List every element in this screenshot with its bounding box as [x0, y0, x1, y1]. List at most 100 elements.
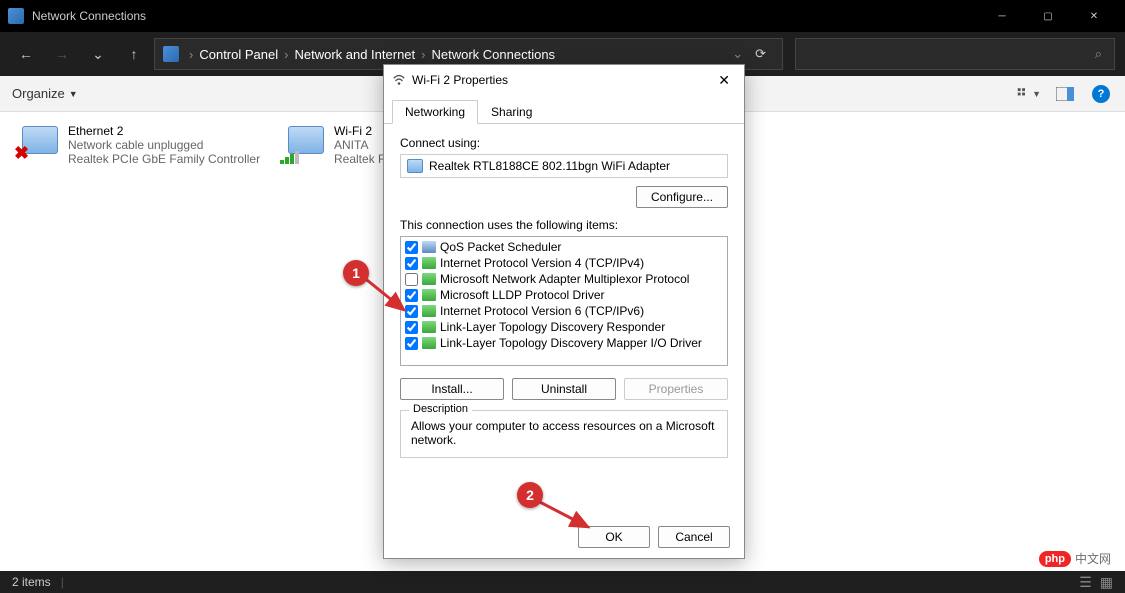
breadcrumb-leaf[interactable]: Network Connections [432, 47, 556, 62]
item-checkbox[interactable] [405, 257, 418, 270]
folder-icon [163, 46, 179, 62]
chevron-right-icon: › [284, 47, 288, 62]
list-item[interactable]: Microsoft LLDP Protocol Driver [403, 287, 725, 303]
close-button[interactable]: ✕ [1071, 0, 1117, 32]
connect-using-label: Connect using: [400, 136, 728, 150]
button-label: Uninstall [541, 382, 587, 396]
watermark-logo: php [1039, 551, 1071, 567]
window-title: Network Connections [32, 9, 146, 23]
breadcrumb-root[interactable]: Control Panel [199, 47, 278, 62]
app-icon [8, 8, 24, 24]
forward-button[interactable]: → [46, 38, 78, 70]
ok-button[interactable]: OK [578, 526, 650, 548]
chevron-down-icon: ▼ [69, 89, 78, 99]
network-adapter-icon [278, 124, 326, 164]
item-checkbox[interactable] [405, 273, 418, 286]
statusbar: 2 items | ☰ ▦ [0, 571, 1125, 593]
view-options-button[interactable]: ▼ [1017, 82, 1041, 106]
dialog-close-button[interactable]: ✕ [712, 72, 736, 89]
tab-label: Sharing [491, 105, 532, 119]
item-label: Link-Layer Topology Discovery Responder [440, 320, 665, 334]
item-checkbox[interactable] [405, 289, 418, 302]
button-label: Install... [431, 382, 472, 396]
dialog-titlebar[interactable]: Wi-Fi 2 Properties ✕ [384, 65, 744, 95]
item-label: Microsoft LLDP Protocol Driver [440, 288, 605, 302]
recent-dropdown[interactable]: ⌄ [82, 38, 114, 70]
adapter-ethernet[interactable]: ✖ Ethernet 2 Network cable unplugged Rea… [12, 124, 262, 166]
list-item[interactable]: Link-Layer Topology Discovery Mapper I/O… [403, 335, 725, 351]
protocol-icon [422, 289, 436, 301]
protocol-icon [422, 321, 436, 333]
list-item[interactable]: QoS Packet Scheduler [403, 239, 725, 255]
item-checkbox[interactable] [405, 305, 418, 318]
items-label: This connection uses the following items… [400, 218, 728, 232]
network-adapter-icon [407, 159, 423, 173]
chevron-down-icon[interactable]: ⌄ [732, 46, 743, 62]
list-item[interactable]: Internet Protocol Version 4 (TCP/IPv4) [403, 255, 725, 271]
tab-label: Networking [405, 105, 465, 119]
cancel-button[interactable]: Cancel [658, 526, 730, 548]
list-item[interactable]: Link-Layer Topology Discovery Responder [403, 319, 725, 335]
connection-items-list[interactable]: QoS Packet Scheduler Internet Protocol Ve… [400, 236, 728, 366]
description-group: Description Allows your computer to acce… [400, 410, 728, 458]
item-checkbox[interactable] [405, 241, 418, 254]
tab-networking[interactable]: Networking [392, 100, 478, 124]
watermark: php 中文网 [1039, 550, 1111, 567]
help-button[interactable]: ? [1089, 82, 1113, 106]
description-legend: Description [409, 403, 472, 415]
list-item[interactable]: Internet Protocol Version 6 (TCP/IPv6) [403, 303, 725, 319]
install-button[interactable]: Install... [400, 378, 504, 400]
uninstall-button[interactable]: Uninstall [512, 378, 616, 400]
list-item[interactable]: Microsoft Network Adapter Multiplexor Pr… [403, 271, 725, 287]
preview-pane-button[interactable] [1053, 82, 1077, 106]
signal-icon [280, 151, 299, 164]
refresh-button[interactable]: ⟳ [747, 46, 774, 62]
chevron-right-icon: › [189, 47, 193, 62]
disconnected-icon: ✖ [14, 143, 29, 164]
back-button[interactable]: ← [10, 38, 42, 70]
protocol-icon [422, 257, 436, 269]
minimize-button[interactable]: ─ [979, 0, 1025, 32]
button-label: Configure... [651, 190, 713, 204]
protocol-icon [422, 241, 436, 253]
network-adapter-icon: ✖ [12, 124, 60, 164]
item-label: Internet Protocol Version 6 (TCP/IPv6) [440, 304, 644, 318]
window-titlebar: Network Connections ─ ▢ ✕ [0, 0, 1125, 32]
dialog-footer: OK Cancel [384, 516, 744, 558]
item-label: Microsoft Network Adapter Multiplexor Pr… [440, 272, 689, 286]
search-icon: ⌕ [1095, 46, 1102, 62]
item-count: 2 items [12, 575, 51, 589]
organize-label: Organize [12, 86, 65, 101]
item-label: Internet Protocol Version 4 (TCP/IPv4) [440, 256, 644, 270]
button-label: Cancel [675, 530, 712, 544]
wifi-icon [392, 73, 406, 87]
organize-button[interactable]: Organize ▼ [12, 86, 78, 101]
adapter-name: Ethernet 2 [68, 124, 260, 138]
details-view-icon[interactable]: ☰ [1079, 574, 1092, 591]
properties-dialog: Wi-Fi 2 Properties ✕ Networking Sharing … [383, 64, 745, 559]
search-input[interactable]: ⌕ [795, 38, 1115, 70]
protocol-icon [422, 273, 436, 285]
item-label: QoS Packet Scheduler [440, 240, 561, 254]
configure-button[interactable]: Configure... [636, 186, 728, 208]
button-label: OK [605, 530, 622, 544]
item-checkbox[interactable] [405, 337, 418, 350]
adapter-device: Realtek PCIe GbE Family Controller [68, 152, 260, 166]
large-icons-view-icon[interactable]: ▦ [1100, 574, 1113, 591]
item-label: Link-Layer Topology Discovery Mapper I/O… [440, 336, 702, 350]
breadcrumb-mid[interactable]: Network and Internet [294, 47, 415, 62]
properties-button[interactable]: Properties [624, 378, 728, 400]
up-button[interactable]: ↑ [118, 38, 150, 70]
maximize-button[interactable]: ▢ [1025, 0, 1071, 32]
adapter-status: Network cable unplugged [68, 138, 260, 152]
button-label: Properties [649, 382, 704, 396]
tab-sharing[interactable]: Sharing [478, 100, 545, 124]
watermark-text: 中文网 [1075, 550, 1111, 567]
chevron-right-icon: › [421, 47, 425, 62]
item-checkbox[interactable] [405, 321, 418, 334]
adapter-select[interactable]: Realtek RTL8188CE 802.11bgn WiFi Adapter [400, 154, 728, 178]
description-text: Allows your computer to access resources… [411, 419, 717, 447]
protocol-icon [422, 305, 436, 317]
dialog-title: Wi-Fi 2 Properties [412, 73, 508, 87]
dialog-tabs: Networking Sharing [384, 95, 744, 124]
